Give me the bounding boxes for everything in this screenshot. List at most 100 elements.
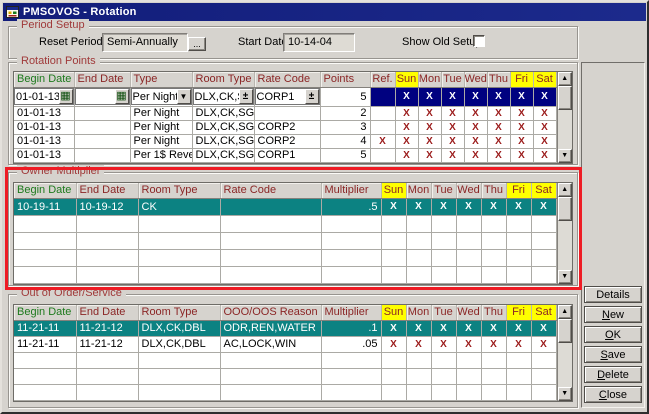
title-bar: PMSOVOS - Rotation <box>3 3 646 21</box>
calendar-icon[interactable]: ▦ <box>59 89 73 104</box>
end-date-cell <box>74 134 130 148</box>
empty-cell <box>138 352 220 368</box>
points-cell[interactable]: 5 <box>320 87 370 106</box>
scroll-down-icon[interactable]: ▼ <box>558 387 573 401</box>
empty-cell <box>431 266 456 283</box>
table-row[interactable]: 01-01-13 Per NightDLX,CK,SGK,K) 2 XXXXXX… <box>14 106 556 120</box>
col-header-end-date: End Date <box>76 305 138 320</box>
empty-table-row[interactable] <box>14 215 556 232</box>
scroll-down-icon[interactable]: ▼ <box>558 270 573 284</box>
scrollbar-thumb[interactable] <box>558 197 573 221</box>
empty-table-row[interactable] <box>14 249 556 266</box>
day-cell: X <box>431 336 456 352</box>
empty-cell <box>76 266 138 283</box>
col-header-mon: Mon <box>418 72 441 87</box>
col-header-fri: Fri <box>506 305 531 320</box>
points-cell: 4 <box>320 134 370 148</box>
empty-cell <box>321 352 381 368</box>
scrollbar-thumb[interactable] <box>558 86 573 110</box>
table-row[interactable]: 01-01-13 Per NightDLX,CK,SGK,K)CORP24XXX… <box>14 134 556 148</box>
day-cell: X <box>441 134 464 148</box>
scrollbar-track[interactable] <box>558 221 573 270</box>
table-row[interactable]: 11-21-1111-21-12DLX,CK,DBLAC,LOCK,WIN.05… <box>14 336 556 352</box>
edit-field[interactable] <box>76 91 115 103</box>
table-row[interactable]: 01-01-13▦ ▦Per Night▼DLX,CK,SGI±CORP1±5 … <box>14 87 556 106</box>
col-header-sat: Sat <box>531 183 556 198</box>
day-cell: X <box>487 106 510 120</box>
reset-period-field[interactable]: Semi-Annually <box>102 33 188 52</box>
empty-cell <box>138 249 220 266</box>
col-header-mon: Mon <box>406 183 431 198</box>
calendar-icon[interactable]: ▦ <box>115 89 129 104</box>
edit-field[interactable]: 01-01-13 <box>15 91 59 103</box>
col-header-begin-date: Begin Date <box>14 72 74 87</box>
col-header-fri: Fri <box>506 183 531 198</box>
day-cell: X <box>381 320 406 336</box>
day-cell: X <box>533 148 556 162</box>
start-date-field[interactable]: 10-14-04 <box>283 33 355 52</box>
scrollbar-thumb[interactable] <box>558 319 573 343</box>
rotation-scrollbar[interactable]: ▲ ▼ <box>557 72 573 163</box>
table-row[interactable]: 10-19-1110-19-12CK .5XXXXXXX <box>14 198 556 215</box>
empty-cell <box>481 249 506 266</box>
empty-cell <box>431 384 456 400</box>
empty-cell <box>321 368 381 384</box>
reset-period-browse-button[interactable]: ... <box>188 37 206 51</box>
empty-cell <box>138 266 220 283</box>
table-row[interactable]: 01-01-13 Per 1$ RevenuDLX,CK,SGK,K)CORP1… <box>14 148 556 162</box>
col-header-points: Points <box>320 72 370 87</box>
day-cell: X <box>481 336 506 352</box>
new-button[interactable]: New <box>584 306 642 323</box>
delete-button[interactable]: Delete <box>584 366 642 383</box>
empty-table-row[interactable] <box>14 266 556 283</box>
empty-table-row[interactable] <box>14 352 556 368</box>
table-row[interactable]: 01-01-13 Per NightDLX,CK,SGK,K)CORP23 XX… <box>14 120 556 134</box>
details-button[interactable]: Details <box>584 286 642 303</box>
show-old-setup-checkbox[interactable] <box>473 35 485 47</box>
lov-icon[interactable]: ± <box>239 89 253 104</box>
day-cell: X <box>418 87 441 106</box>
edit-field[interactable]: Per Night <box>132 91 177 103</box>
empty-cell <box>431 352 456 368</box>
empty-cell <box>321 249 381 266</box>
period-setup-legend: Period Setup <box>17 19 89 31</box>
room-type-cell: DLX,CK,SGK,K) <box>192 120 254 134</box>
day-cell: X <box>487 120 510 134</box>
owner-multiplier-table-frame: Begin DateEnd DateRoom TypeRate CodeMult… <box>13 182 573 285</box>
begin-date-cell: 11-21-11 <box>14 320 76 336</box>
scroll-down-icon[interactable]: ▼ <box>558 149 573 163</box>
show-old-setup-label: Show Old Setup <box>402 36 482 48</box>
col-header-sun: Sun <box>381 183 406 198</box>
lov-icon[interactable]: ± <box>305 89 319 104</box>
empty-cell <box>321 232 381 249</box>
begin-date-cell: 01-01-13 <box>14 120 74 134</box>
chevron-down-icon[interactable]: ▼ <box>177 89 191 104</box>
day-cell: X <box>533 87 556 106</box>
close-button[interactable]: Close <box>584 386 642 403</box>
empty-table-row[interactable] <box>14 368 556 384</box>
scroll-up-icon[interactable]: ▲ <box>558 183 573 197</box>
room-type-cell: CK <box>138 198 220 215</box>
scrollbar-track[interactable] <box>558 343 573 387</box>
save-button[interactable]: Save <box>584 346 642 363</box>
owner-scrollbar[interactable]: ▲ ▼ <box>557 183 573 284</box>
col-header-end-date: End Date <box>74 72 130 87</box>
day-cell: X <box>464 87 487 106</box>
scroll-up-icon[interactable]: ▲ <box>558 305 573 319</box>
begin-date-cell: 01-01-13 <box>14 134 74 148</box>
day-cell: X <box>506 198 531 215</box>
col-header-thu: Thu <box>481 305 506 320</box>
empty-table-row[interactable] <box>14 384 556 400</box>
scrollbar-track[interactable] <box>558 110 573 149</box>
edit-field[interactable]: DLX,CK,SGI <box>194 91 239 103</box>
day-cell: X <box>510 134 533 148</box>
ok-button[interactable]: OK <box>584 326 642 343</box>
empty-cell <box>506 215 531 232</box>
ooo-scrollbar[interactable]: ▲ ▼ <box>557 305 573 401</box>
empty-cell <box>381 266 406 283</box>
table-row[interactable]: 11-21-1111-21-12DLX,CK,DBLODR,REN,WATER.… <box>14 320 556 336</box>
empty-table-row[interactable] <box>14 232 556 249</box>
edit-field[interactable]: CORP1 <box>256 91 305 103</box>
day-cell: X <box>487 87 510 106</box>
scroll-up-icon[interactable]: ▲ <box>558 72 573 86</box>
